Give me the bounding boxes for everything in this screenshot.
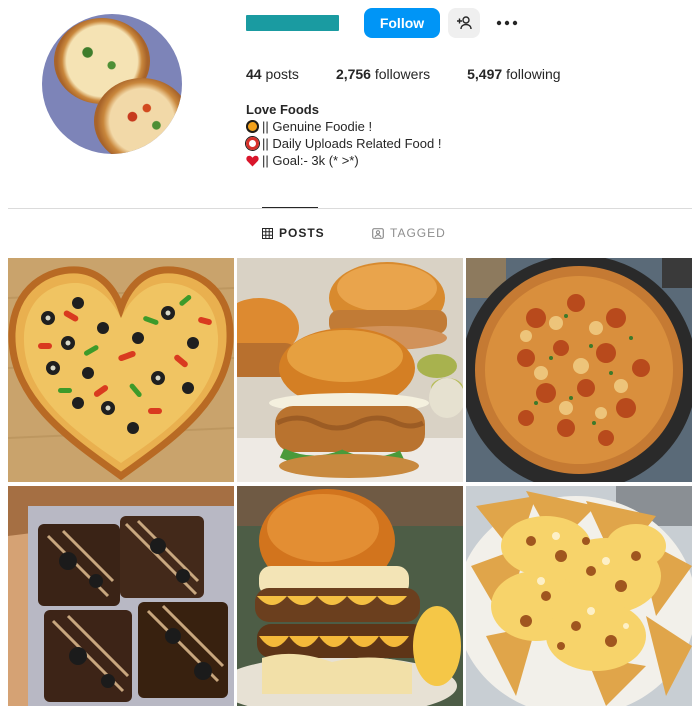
tabs-divider	[8, 208, 692, 209]
follow-button[interactable]: Follow	[364, 8, 440, 38]
chicken-sandwich-image	[237, 258, 463, 482]
more-options-button[interactable]	[492, 8, 522, 38]
post-thumbnail[interactable]	[237, 486, 463, 706]
profile-display-name: Love Foods	[246, 102, 319, 117]
followers-count[interactable]: 2,756 followers	[336, 66, 430, 82]
red-heart-emoji	[246, 155, 259, 166]
loaded-burger-image	[237, 486, 463, 706]
brownies-image	[8, 486, 234, 706]
username-redacted	[246, 15, 339, 31]
posts-count: 44 posts	[246, 66, 299, 82]
bio-line: || Daily Uploads Related Food !	[246, 135, 441, 152]
cheesy-nachos-image	[466, 486, 692, 706]
person-plus-icon	[457, 16, 472, 30]
bio-line: || Genuine Foodie !	[246, 118, 441, 135]
tagged-icon	[372, 227, 384, 239]
tab-posts[interactable]: POSTS	[262, 226, 325, 240]
post-thumbnail[interactable]	[466, 258, 692, 482]
following-count[interactable]: 5,497 following	[467, 66, 560, 82]
active-tab-indicator	[262, 207, 318, 208]
post-thumbnail[interactable]	[8, 486, 234, 706]
grid-icon	[262, 227, 273, 239]
more-options-icon	[496, 20, 518, 26]
post-thumbnail[interactable]	[8, 258, 234, 482]
heart-pizza-image	[8, 258, 234, 482]
tab-tagged[interactable]: TAGGED	[372, 226, 446, 240]
profile-bio: Love Foods || Genuine Foodie ! || Daily …	[246, 101, 441, 169]
pepperoni-pizza-image	[466, 258, 692, 482]
suggested-accounts-button[interactable]	[448, 8, 480, 38]
bio-line: || Goal:- 3k (* >*)	[246, 152, 441, 169]
profile-avatar[interactable]	[42, 14, 182, 154]
red-ring-emoji	[246, 137, 259, 150]
post-thumbnail[interactable]	[466, 486, 692, 706]
orange-circle-emoji	[246, 120, 259, 133]
post-thumbnail[interactable]	[237, 258, 463, 482]
profile-stats: 44 posts 2,756 followers 5,497 following	[246, 66, 561, 82]
